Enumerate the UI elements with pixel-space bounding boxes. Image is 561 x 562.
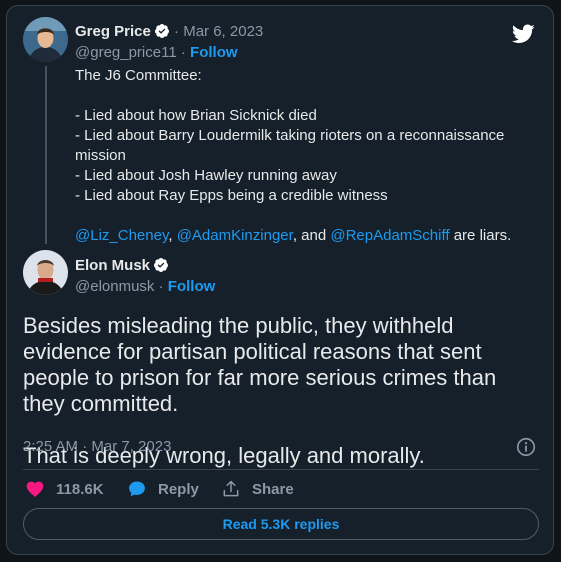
avatar-greg-price[interactable] (23, 17, 68, 62)
reply-action[interactable]: Reply (127, 479, 199, 499)
mentions-tail: are liars. (453, 227, 512, 244)
main-tweet-handle-row: @elonmusk · Follow (75, 278, 215, 295)
reply-bubble-icon (129, 481, 145, 497)
mention-link[interactable]: @AdamKinzinger (177, 227, 293, 244)
tweet-date[interactable]: · Mar 6, 2023 (174, 23, 263, 40)
text-line: - Lied about how Brian Sicknick died (75, 107, 317, 124)
share-action[interactable]: Share (221, 479, 294, 499)
avatar-elon-musk[interactable] (23, 250, 68, 295)
text-line: - Lied about Josh Hawley running away (75, 167, 337, 184)
main-tweet-header: Elon Musk (75, 257, 169, 274)
share-icon (223, 480, 239, 497)
mention-link[interactable]: @Liz_Cheney (75, 227, 168, 244)
text-line: - Lied about Barry Loudermilk taking rio… (75, 127, 505, 164)
divider (23, 469, 539, 470)
mention-separator: , and (292, 227, 327, 244)
read-replies-button[interactable]: Read 5.3K replies (23, 508, 539, 540)
like-count: 118.6K (56, 480, 104, 498)
mention-separator: , (168, 227, 173, 244)
reply-label: Reply (158, 480, 199, 498)
mentions-line: @Liz_Cheney, @AdamKinzinger, and @RepAda… (75, 226, 525, 246)
info-icon[interactable] (515, 436, 537, 458)
like-action[interactable]: 118.6K (25, 479, 104, 499)
separator-dot: · (180, 44, 186, 61)
text-line: The J6 Committee: (75, 67, 202, 84)
share-label: Share (252, 480, 294, 498)
tweet-timestamp[interactable]: 2:25 AM · Mar 7, 2023 (23, 438, 171, 455)
quoted-tweet-text: The J6 Committee: - Lied about how Brian… (75, 66, 525, 246)
separator-dot: · (158, 278, 164, 295)
author-handle[interactable]: @greg_price11 (75, 44, 177, 61)
text-line: - Lied about Ray Epps being a credible w… (75, 187, 388, 204)
quoted-tweet-handle-row: @greg_price11 · Follow (75, 44, 238, 61)
author-handle[interactable]: @elonmusk (75, 278, 154, 295)
author-name[interactable]: Greg Price (75, 23, 151, 40)
embedded-tweet-card: Greg Price · Mar 6, 2023 @greg_price11 ·… (6, 5, 554, 555)
thread-connector-line (45, 66, 47, 244)
verified-badge-icon (154, 24, 169, 39)
mention-link[interactable]: @RepAdamSchiff (330, 227, 449, 244)
tweet-paragraph: Besides misleading the public, they with… (23, 313, 497, 416)
quoted-tweet-header: Greg Price · Mar 6, 2023 (75, 23, 263, 40)
author-name[interactable]: Elon Musk (75, 257, 150, 274)
follow-button[interactable]: Follow (168, 278, 216, 295)
verified-badge-icon (154, 258, 169, 273)
heart-icon (26, 481, 44, 497)
follow-button[interactable]: Follow (190, 44, 238, 61)
twitter-bird-icon[interactable] (512, 24, 535, 44)
